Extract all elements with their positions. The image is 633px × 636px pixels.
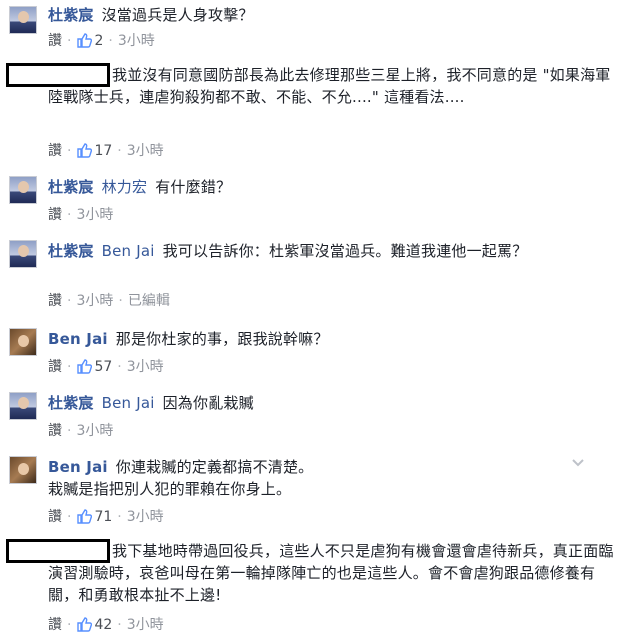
comment-actions: 讚 · 3小時: [48, 207, 114, 223]
like-button[interactable]: 讚: [48, 509, 62, 525]
thumbs-up-icon: [77, 509, 93, 524]
commenter-name[interactable]: Ben Jai: [48, 458, 108, 476]
comment-actions: 讚 · 3小時: [48, 423, 114, 439]
like-count[interactable]: 17: [94, 143, 112, 159]
timestamp[interactable]: 3小時: [76, 207, 113, 223]
avatar[interactable]: [9, 456, 37, 484]
thumbs-up-icon: [77, 143, 93, 158]
like-button[interactable]: 讚: [48, 423, 62, 439]
comment-body: 杜紫宸 Ben Jai 我可以告訴你：杜紫軍沒當過兵。難道我連他一起罵？: [48, 240, 619, 262]
thumbs-up-icon: [77, 359, 93, 374]
thumbs-up-icon: [77, 33, 93, 48]
comment-body: Ben Jai 那是你杜家的事，跟我說幹嘛？: [48, 328, 619, 350]
chevron-down-icon[interactable]: [570, 455, 586, 471]
comment-actions: 讚 · 3小時 · 已編輯: [48, 293, 170, 309]
avatar[interactable]: [9, 176, 37, 204]
mentioned-user[interactable]: Ben Jai: [102, 242, 155, 260]
like-button[interactable]: 讚: [48, 359, 62, 375]
edited-label[interactable]: 已編輯: [128, 293, 170, 309]
comment-actions: 讚 · 71 · 3小時: [48, 509, 164, 525]
timestamp[interactable]: 3小時: [76, 293, 113, 309]
avatar[interactable]: [9, 6, 37, 34]
avatar[interactable]: [9, 392, 37, 420]
thumbs-up-icon: [77, 617, 93, 632]
like-button[interactable]: 讚: [48, 293, 62, 309]
comment-text: 有什麼錯？: [155, 178, 232, 196]
like-button[interactable]: 讚: [48, 143, 62, 159]
commenter-name[interactable]: Ben Jai: [48, 330, 108, 348]
commenter-name[interactable]: 杜紫宸: [48, 6, 94, 24]
like-button[interactable]: 讚: [48, 617, 62, 633]
comment-text: 我並沒有同意國防部長為此去修理那些三星上將，我不同意的是 "如果海軍陸戰隊士兵，…: [48, 66, 611, 106]
timestamp[interactable]: 3小時: [127, 617, 164, 633]
comment-text: 沒當過兵是人身攻擊？: [101, 6, 254, 24]
comment-text: 那是你杜家的事，跟我說幹嘛？: [115, 330, 329, 348]
timestamp[interactable]: 3小時: [127, 509, 164, 525]
timestamp[interactable]: 3小時: [127, 359, 164, 375]
comment-text: 我可以告訴你：杜紫軍沒當過兵。難道我連他一起罵？: [162, 242, 528, 260]
like-count[interactable]: 71: [94, 509, 112, 525]
avatar[interactable]: [9, 328, 37, 356]
comment-text: 因為你亂栽贓: [162, 394, 254, 412]
comment-body: 我並沒有同意國防部長為此去修理那些三星上將，我不同意的是 "如果海軍陸戰隊士兵，…: [48, 64, 619, 108]
timestamp[interactable]: 3小時: [76, 423, 113, 439]
comment-body: 杜紫宸 林力宏 有什麼錯？: [48, 176, 619, 198]
comment-actions: 讚 · 2 · 3小時: [48, 33, 155, 49]
comment-body: 杜紫宸 Ben Jai 因為你亂栽贓: [48, 392, 619, 414]
comment-actions: 讚 · 57 · 3小時: [48, 359, 164, 375]
comment-text: 你連栽贓的定義都搞不清楚。: [115, 458, 314, 476]
commenter-name[interactable]: 杜紫宸: [48, 394, 94, 412]
comment-body: 杜紫宸 沒當過兵是人身攻擊？: [48, 4, 619, 26]
timestamp[interactable]: 3小時: [118, 33, 155, 49]
like-button[interactable]: 讚: [48, 33, 62, 49]
mentioned-user[interactable]: Ben Jai: [102, 394, 155, 412]
mentioned-user[interactable]: 林力宏: [102, 178, 148, 196]
like-button[interactable]: 讚: [48, 207, 62, 223]
comment-text: 我下基地時帶過回役兵，這些人不只是虐狗有機會還會虐待新兵，真正面臨演習測驗時，哀…: [48, 542, 614, 604]
commenter-name[interactable]: 杜紫宸: [48, 242, 94, 260]
like-count[interactable]: 42: [94, 617, 112, 633]
comment-text-line2: 栽贓是指把別人犯的罪賴在你身上。: [48, 480, 292, 498]
like-count[interactable]: 2: [94, 33, 103, 49]
avatar[interactable]: [9, 240, 37, 268]
like-count[interactable]: 57: [94, 359, 112, 375]
comment-body: Ben Jai 你連栽贓的定義都搞不清楚。 栽贓是指把別人犯的罪賴在你身上。: [48, 456, 563, 500]
comment-actions: 讚 · 17 · 3小時: [48, 143, 164, 159]
comment-body: 我下基地時帶過回役兵，這些人不只是虐狗有機會還會虐待新兵，真正面臨演習測驗時，哀…: [48, 540, 619, 606]
timestamp[interactable]: 3小時: [127, 143, 164, 159]
commenter-name[interactable]: 杜紫宸: [48, 178, 94, 196]
